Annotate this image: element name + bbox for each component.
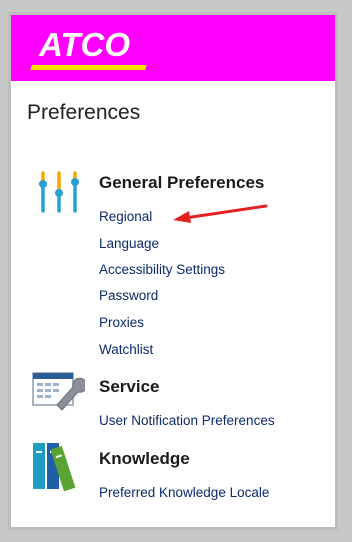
form-wrench-icon [29, 367, 88, 418]
books-icon [31, 439, 87, 496]
atco-logo: ATCO [30, 26, 156, 71]
sliders-icon [35, 171, 85, 218]
preferences-panel: ATCO Preferences General Preferences Reg… [8, 12, 338, 530]
section-title-general-preferences: General Preferences [99, 173, 265, 192]
logo-text: ATCO [39, 26, 131, 63]
link-proxies[interactable]: Proxies [99, 315, 144, 330]
link-user-notification-preferences[interactable]: User Notification Preferences [99, 413, 275, 428]
link-language[interactable]: Language [99, 236, 159, 251]
brand-header: ATCO [11, 15, 335, 81]
section-title-service: Service [99, 377, 160, 396]
link-regional[interactable]: Regional [99, 209, 152, 224]
link-password[interactable]: Password [99, 288, 158, 303]
link-watchlist[interactable]: Watchlist [99, 342, 153, 357]
link-accessibility-settings[interactable]: Accessibility Settings [99, 262, 225, 277]
section-title-knowledge: Knowledge [99, 449, 190, 468]
logo-underline [30, 65, 147, 70]
page-title: Preferences [27, 101, 141, 124]
link-preferred-knowledge-locale[interactable]: Preferred Knowledge Locale [99, 485, 269, 500]
annotation-arrow-icon [171, 200, 271, 231]
